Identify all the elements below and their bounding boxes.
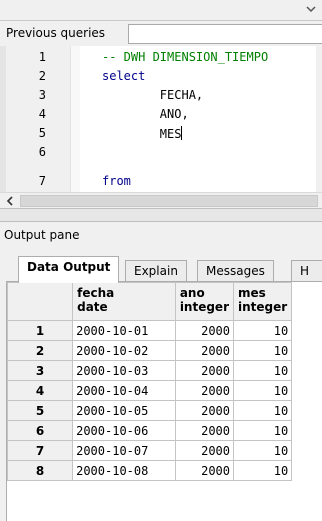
cell-ano[interactable]: 2000 <box>174 320 235 341</box>
table-row[interactable]: 6 2000-10-06 2000 10 <box>7 420 322 441</box>
row-number[interactable]: 6 <box>7 420 74 441</box>
previous-queries-bar: Previous queries <box>0 20 322 46</box>
tab-history[interactable]: H <box>291 260 322 282</box>
row-number[interactable]: 8 <box>7 460 74 481</box>
grid-empty-space <box>291 282 322 321</box>
cell-ano[interactable]: 2000 <box>174 360 235 381</box>
cell-mes[interactable]: 10 <box>232 460 293 481</box>
cell-ano[interactable]: 2000 <box>174 400 235 421</box>
editor-vertical-scrollbar[interactable] <box>316 46 322 192</box>
row-number[interactable]: 5 <box>7 400 74 421</box>
output-tabs: Data Output Explain Messages H <box>6 256 322 283</box>
cell-mes[interactable]: 10 <box>232 380 293 401</box>
cell-fecha[interactable]: 2000-10-02 <box>72 340 176 361</box>
code-line-mes: MES <box>102 127 182 141</box>
table-row[interactable]: 2 2000-10-02 2000 10 <box>7 340 322 361</box>
line-number: 4 <box>38 107 46 121</box>
fold-margin <box>70 46 80 192</box>
grid-empty-space <box>291 380 322 401</box>
code-line-from[interactable]: from <box>102 174 131 188</box>
code-line-mes-wrap[interactable]: MES <box>102 126 183 141</box>
line-number: 1 <box>38 50 46 64</box>
column-type: date <box>77 300 108 314</box>
arrow-left-icon[interactable] <box>4 195 16 207</box>
cell-fecha[interactable]: 2000-10-07 <box>72 440 176 461</box>
table-row[interactable]: 7 2000-10-07 2000 10 <box>7 440 322 461</box>
cell-mes[interactable]: 10 <box>232 360 293 381</box>
cell-ano[interactable]: 2000 <box>174 420 235 441</box>
sql-editor[interactable]: 1 2 3 4 5 6 7 -- DWH DIMENSION_TIEMPO se… <box>0 46 316 192</box>
column-name: fecha <box>77 286 115 300</box>
row-number[interactable]: 7 <box>7 440 74 461</box>
tab-explain[interactable]: Explain <box>125 260 187 282</box>
grid-empty-space <box>291 440 322 461</box>
output-pane-title: Output pane <box>4 228 80 242</box>
line-number: 2 <box>38 69 46 83</box>
data-output-grid[interactable]: fecha date ano integer mes integer 1 2000-10… <box>6 282 322 521</box>
chevron-down-icon[interactable] <box>304 2 318 16</box>
code-line-comment[interactable]: -- DWH DIMENSION_TIEMPO <box>102 50 268 64</box>
cell-fecha[interactable]: 2000-10-01 <box>72 320 176 341</box>
line-number: 6 <box>38 145 46 159</box>
column-header-ano[interactable]: ano integer <box>174 282 235 321</box>
column-header-mes[interactable]: mes integer <box>232 282 293 321</box>
grid-empty-space <box>291 360 322 381</box>
cell-mes[interactable]: 10 <box>232 320 293 341</box>
column-type: integer <box>179 300 229 314</box>
text-caret <box>181 126 183 140</box>
table-row[interactable]: 1 2000-10-01 2000 10 <box>7 320 322 341</box>
code-line-fecha[interactable]: FECHA, <box>102 88 203 102</box>
row-number[interactable]: 3 <box>7 360 74 381</box>
row-number-header <box>7 282 74 321</box>
grid-empty-space <box>291 420 322 441</box>
column-header-fecha[interactable]: fecha date <box>72 282 176 321</box>
row-number[interactable]: 2 <box>7 340 74 361</box>
top-toolbar-strip <box>0 0 322 20</box>
cell-mes[interactable]: 10 <box>232 420 293 441</box>
cell-mes[interactable]: 10 <box>232 440 293 461</box>
line-number: 7 <box>38 174 46 188</box>
scrollbar-thumb[interactable] <box>20 195 318 207</box>
grid-empty-space <box>291 320 322 341</box>
cell-mes[interactable]: 10 <box>232 400 293 421</box>
results-table: fecha date ano integer mes integer 1 2000-10… <box>7 282 322 481</box>
editor-horizontal-scrollbar[interactable] <box>0 192 322 208</box>
previous-queries-combo[interactable] <box>128 24 322 44</box>
table-row[interactable]: 8 2000-10-08 2000 10 <box>7 460 322 481</box>
table-row[interactable]: 3 2000-10-03 2000 10 <box>7 360 322 381</box>
column-name: mes <box>238 286 266 300</box>
output-pane-header: Output pane <box>0 222 322 248</box>
previous-queries-label: Previous queries <box>6 26 106 40</box>
cell-fecha[interactable]: 2000-10-04 <box>72 380 176 401</box>
table-row[interactable]: 4 2000-10-04 2000 10 <box>7 380 322 401</box>
cell-ano[interactable]: 2000 <box>174 380 235 401</box>
row-number[interactable]: 1 <box>7 320 74 341</box>
row-number[interactable]: 4 <box>7 380 74 401</box>
cell-ano[interactable]: 2000 <box>174 340 235 361</box>
cell-fecha[interactable]: 2000-10-06 <box>72 420 176 441</box>
cell-fecha[interactable]: 2000-10-08 <box>72 460 176 481</box>
cell-mes[interactable]: 10 <box>232 340 293 361</box>
grid-empty-space <box>291 400 322 421</box>
line-number: 3 <box>38 88 46 102</box>
cell-ano[interactable]: 2000 <box>174 460 235 481</box>
cell-fecha[interactable]: 2000-10-05 <box>72 400 176 421</box>
grid-empty-space <box>291 460 322 481</box>
line-number: 5 <box>38 126 46 140</box>
grid-empty-space <box>291 340 322 361</box>
pane-splitter[interactable] <box>0 208 322 222</box>
table-row[interactable]: 5 2000-10-05 2000 10 <box>7 400 322 421</box>
tab-messages[interactable]: Messages <box>197 260 274 282</box>
column-type: integer <box>238 300 288 314</box>
code-line-ano[interactable]: ANO, <box>102 107 189 121</box>
cell-fecha[interactable]: 2000-10-03 <box>72 360 176 381</box>
column-name: ano <box>179 286 205 300</box>
table-header-row: fecha date ano integer mes integer <box>7 282 322 321</box>
cell-ano[interactable]: 2000 <box>174 440 235 461</box>
code-line-select[interactable]: select <box>102 69 145 83</box>
tab-data-output[interactable]: Data Output <box>18 256 120 283</box>
